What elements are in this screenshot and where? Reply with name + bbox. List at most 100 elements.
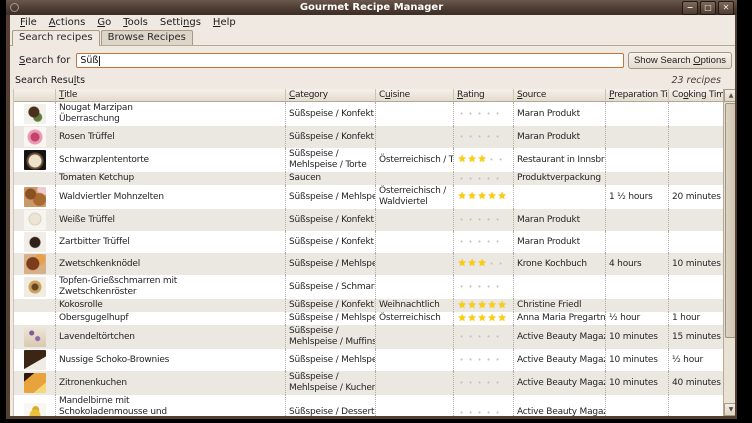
table-row[interactable]: Tomaten KetchupSaucen•••••Produktverpack… xyxy=(14,172,723,185)
category-cell: Süßspeise / Konfekt xyxy=(286,126,376,148)
table-row[interactable]: Rosen TrüffelSüßspeise / Konfekt•••••Mar… xyxy=(14,126,723,148)
vertical-scrollbar[interactable]: ▲ ▼ xyxy=(723,89,737,416)
star-filled-icon: ★ xyxy=(477,314,487,324)
cook-cell xyxy=(669,231,723,253)
table-row[interactable]: ZwetschkenknödelSüßspeise / Mehlspeise★★… xyxy=(14,253,723,275)
cuisine-cell xyxy=(376,102,454,126)
scrollbar-thumb[interactable] xyxy=(725,103,737,338)
star-empty-icon: • xyxy=(466,408,475,417)
menu-item-actions[interactable]: Actions xyxy=(43,16,92,29)
table-row[interactable]: Zartbitter TrüffelSüßspeise / Konfekt•••… xyxy=(14,231,723,253)
pear-thumbnail xyxy=(24,403,46,417)
star-empty-icon: • xyxy=(457,332,466,342)
star-empty-icon: • xyxy=(493,408,502,417)
star-empty-icon: • xyxy=(484,378,493,388)
table-row[interactable]: SchwarzplententorteSüßspeise / Mehlspeis… xyxy=(14,148,723,172)
star-empty-icon: • xyxy=(475,408,484,417)
source-cell: Christine Friedl xyxy=(514,299,606,312)
search-input-value: Süß xyxy=(80,55,98,66)
category-cell: Süßspeise / Mehlspeise xyxy=(286,349,376,371)
source-cell xyxy=(514,275,606,299)
star-empty-icon: • xyxy=(496,259,505,269)
minimize-button[interactable]: − xyxy=(682,1,698,15)
cuisine-cell: Österreichisch / Waldviertel xyxy=(376,185,454,209)
star-empty-icon: • xyxy=(493,355,502,365)
rating-cell: ••••• xyxy=(454,349,514,371)
tab-search-recipes[interactable]: Search recipes xyxy=(12,30,100,46)
menu-item-settings[interactable]: Settings xyxy=(154,16,207,29)
column-header-category[interactable]: Category xyxy=(286,89,376,102)
star-filled-icon: ★ xyxy=(467,155,477,165)
column-header-rating[interactable]: Rating xyxy=(454,89,514,102)
menu-item-tools[interactable]: Tools xyxy=(117,16,154,29)
category-cell: Süßspeise / Mehlspeise / Torte xyxy=(286,148,376,172)
show-search-options-button[interactable]: Show Search Options xyxy=(628,52,732,69)
table-row[interactable]: Nussige Schoko-BrowniesSüßspeise / Mehls… xyxy=(14,349,723,371)
column-header-title[interactable]: Title xyxy=(56,89,286,102)
star-filled-icon: ★ xyxy=(497,301,507,311)
title-cell: Lavendeltörtchen xyxy=(56,325,286,349)
table-row[interactable]: LavendeltörtchenSüßspeise / Mehlspeise /… xyxy=(14,325,723,349)
column-header-thumbnail[interactable] xyxy=(14,89,56,102)
table-row[interactable]: Topfen-Grießschmarren mit Zwetschkenröst… xyxy=(14,275,723,299)
table-row[interactable]: Nougat Marzipan ÜberraschungSüßspeise / … xyxy=(14,102,723,126)
results-line: Search Results 23 recipes xyxy=(15,75,731,86)
column-header-cuisine[interactable]: Cuisine xyxy=(376,89,454,102)
star-empty-icon: • xyxy=(484,215,493,225)
scroll-up-icon[interactable]: ▲ xyxy=(724,89,737,102)
close-button[interactable]: ✕ xyxy=(718,1,734,15)
cook-cell xyxy=(669,395,723,416)
source-cell: Active Beauty Magazin xyxy=(514,395,606,416)
recipe-table: TitleCategoryCuisineRatingSourcePreparat… xyxy=(13,89,736,416)
prep-cell: 4 hours xyxy=(606,253,669,275)
scroll-down-icon[interactable]: ▼ xyxy=(724,403,737,416)
column-header-source[interactable]: Source xyxy=(514,89,606,102)
menu-item-file[interactable]: File xyxy=(14,16,43,29)
star-empty-icon: • xyxy=(457,408,466,417)
thumbnail-cell xyxy=(14,209,56,231)
menu-item-help[interactable]: Help xyxy=(207,16,242,29)
cook-cell: 10 minutes xyxy=(669,253,723,275)
rating-cell: ••••• xyxy=(454,371,514,395)
cook-cell xyxy=(669,299,723,312)
star-filled-icon: ★ xyxy=(467,259,477,269)
star-filled-icon: ★ xyxy=(457,155,467,165)
thumbnail-cell xyxy=(14,253,56,275)
prep-cell xyxy=(606,172,669,185)
column-header-preparation-time[interactable]: Preparation Time xyxy=(606,89,669,102)
table-row[interactable]: KokosrolleSüßspeise / KonfektWeihnachtli… xyxy=(14,299,723,312)
category-cell: Süßspeise / Mehlspeise / Kuchen xyxy=(286,371,376,395)
star-empty-icon: • xyxy=(487,155,496,165)
column-header-cooking-time[interactable]: Cooking Time xyxy=(669,89,723,102)
thumbnail-cell xyxy=(14,148,56,172)
table-row[interactable]: Weiße TrüffelSüßspeise / Konfekt•••••Mar… xyxy=(14,209,723,231)
table-row[interactable]: Mandelbirne mit Schokoladenmousse und Pi… xyxy=(14,395,723,416)
window-content: FileActionsGoToolsSettingsHelp Search re… xyxy=(6,15,737,419)
table-row[interactable]: ObersgugelhupfSüßspeise / MehlspeiseÖste… xyxy=(14,312,723,325)
source-cell: Maran Produkt xyxy=(514,209,606,231)
star-empty-icon: • xyxy=(466,237,475,247)
thumbnail-cell xyxy=(14,126,56,148)
tab-browse-recipes[interactable]: Browse Recipes xyxy=(101,30,193,45)
text-caret xyxy=(99,56,100,66)
star-empty-icon: • xyxy=(475,332,484,342)
search-for-label: Search for xyxy=(13,55,76,66)
table-row[interactable]: ZitronenkuchenSüßspeise / Mehlspeise / K… xyxy=(14,371,723,395)
title-cell: Nougat Marzipan Überraschung xyxy=(56,102,286,126)
cook-cell: 40 minutes xyxy=(669,371,723,395)
search-input[interactable]: Süß xyxy=(76,53,624,68)
star-empty-icon: • xyxy=(457,215,466,225)
table-row[interactable]: Waldviertler MohnzeltenSüßspeise / Mehls… xyxy=(14,185,723,209)
maximize-button[interactable]: □ xyxy=(700,1,716,15)
source-cell: Active Beauty Magazin xyxy=(514,371,606,395)
cuisine-cell xyxy=(376,209,454,231)
thumbnail-cell xyxy=(14,102,56,126)
star-filled-icon: ★ xyxy=(467,314,477,324)
prep-cell: 10 minutes xyxy=(606,325,669,349)
recipe-count: 23 recipes xyxy=(671,75,731,86)
star-filled-icon: ★ xyxy=(457,314,467,324)
app-window: Gourmet Recipe Manager −□✕ FileActionsGo… xyxy=(6,0,737,419)
thumbnail-cell xyxy=(14,312,56,325)
menu-item-go[interactable]: Go xyxy=(91,16,117,29)
star-filled-icon: ★ xyxy=(497,314,507,324)
